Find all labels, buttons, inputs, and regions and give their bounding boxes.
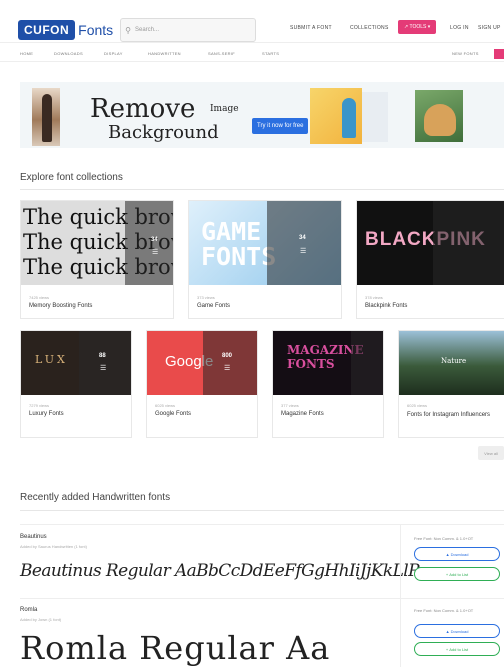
download-button[interactable]: ▲ Download <box>414 547 500 561</box>
card-views: 7425 views <box>29 295 50 300</box>
card-views: 6025 views <box>407 403 428 408</box>
card-title: Game Fonts <box>197 303 231 309</box>
banner-photo-transparent <box>362 92 388 142</box>
list-icon: ☰ <box>300 248 307 255</box>
site-logo[interactable]: CUFON Fonts <box>18 20 113 40</box>
subnav-starts[interactable]: STARTS <box>262 51 279 56</box>
collection-card-google[interactable]: Google 800 ☰ 6025 views Google Fonts <box>146 330 258 438</box>
list-icon: ☰ <box>100 365 107 372</box>
nav-log-in[interactable]: LOG IN <box>450 25 469 31</box>
card-overlay <box>351 331 383 395</box>
card-image: Nature <box>399 331 504 395</box>
recent-heading: Recently added Handwritten fonts <box>20 492 171 503</box>
license-note: Free Font: Non Comm. & 1.0+OT <box>414 608 474 613</box>
logo-box: CUFON <box>18 20 76 40</box>
font-preview[interactable]: Beautinus Regular AaBbCcDdEeFfGgHhIiJjKk… <box>20 561 430 581</box>
font-row-beautinus: Beautinus Added by Saurus Handwritten (1… <box>20 524 504 599</box>
font-meta: Added by Saurus Handwritten (1 font) <box>20 544 87 549</box>
subnav-downloads[interactable]: DOWNLOADS <box>54 51 83 56</box>
card-art-text: LUX <box>35 353 68 366</box>
font-name[interactable]: Beautinus <box>20 534 47 540</box>
card-image: The quick brown The quick brown The quic… <box>21 201 173 285</box>
subnav-new-fonts[interactable]: NEW FONTS <box>452 51 479 56</box>
collection-card-luxury[interactable]: LUX 88 ☰ 7279 views Luxury Fonts <box>20 330 132 438</box>
font-actions: Free Font: Non Comm. & 1.0+OT ▲ Download… <box>400 525 504 599</box>
search-icon: ⚲ <box>125 25 131 35</box>
card-image: Google 800 ☰ <box>147 331 257 395</box>
font-actions: Free Font: Non Comm. & 1.0+OT ▲ Download… <box>400 599 504 667</box>
card-title: Fonts for Instagram Influencers <box>407 412 491 418</box>
banner-person-figure <box>42 94 52 142</box>
search-placeholder: Search... <box>135 27 160 33</box>
logo-text: Fonts <box>78 22 114 38</box>
card-overlay <box>433 201 504 285</box>
license-note: Free Font: Non Comm. & 1.0+OT <box>414 536 474 541</box>
add-to-list-button[interactable]: + Add to List <box>414 642 500 656</box>
banner-person-figure-2 <box>342 98 356 138</box>
card-art-text: Nature <box>441 357 467 365</box>
add-to-list-button[interactable]: + Add to List <box>414 567 500 581</box>
search-input[interactable]: ⚲ Search... <box>120 18 256 42</box>
list-icon: ☰ <box>224 365 231 372</box>
card-title: Luxury Fonts <box>29 411 64 417</box>
top-bar: CUFON Fonts ⚲ Search... SUBMIT A FONT CO… <box>0 0 504 43</box>
list-icon: ☰ <box>152 249 159 256</box>
card-image: MAGAZINE FONTS <box>273 331 383 395</box>
subnav-home[interactable]: HOME <box>20 51 33 56</box>
card-font-count: 34 <box>151 237 158 243</box>
banner-title-remove: Remove <box>90 94 196 124</box>
card-overlay: 800 ☰ <box>203 331 257 395</box>
banner-title-background: Background <box>108 122 219 143</box>
card-title: Blackpink Fonts <box>365 303 408 309</box>
ad-banner[interactable]: Remove Image Background Try it now for f… <box>20 82 504 148</box>
view-all-button[interactable]: View all <box>478 446 504 460</box>
collection-card-game[interactable]: GAME FONTS 34 ☰ 373 views Game Fonts <box>188 200 342 319</box>
subnav-display[interactable]: DISPLAY <box>104 51 123 56</box>
nav-submit-font[interactable]: SUBMIT A FONT <box>290 25 332 31</box>
card-title: Magazine Fonts <box>281 411 324 417</box>
divider <box>20 510 504 511</box>
card-views: 377 views <box>281 403 299 408</box>
banner-dog-figure <box>424 104 456 136</box>
collection-card-memory[interactable]: The quick brown The quick brown The quic… <box>20 200 174 319</box>
card-art-text: GAME FONTS <box>201 217 277 271</box>
collection-card-blackpink[interactable]: BLACKPINK 378 views Blackpink Fonts <box>356 200 504 319</box>
font-row-romla: Romla Added by Jown (1 font) Romla Regul… <box>20 598 504 667</box>
nav-tools-button[interactable]: ↗ TOOLS ▾ <box>398 20 437 34</box>
collections-heading: Explore font collections <box>20 172 123 183</box>
font-name[interactable]: Romla <box>20 607 37 613</box>
card-title: Google Fonts <box>155 411 192 417</box>
card-views: 373 views <box>197 295 215 300</box>
banner-cta-button[interactable]: Try it now for free <box>252 118 309 134</box>
card-font-count: 34 <box>299 235 306 241</box>
nav-sign-up[interactable]: SIGN UP <box>478 25 501 31</box>
card-art-text: MAGAZINE FONTS <box>287 343 364 371</box>
card-image: GAME FONTS 34 ☰ <box>189 201 341 285</box>
card-font-count: 800 <box>222 353 233 359</box>
font-meta: Added by Jown (1 font) <box>20 617 62 622</box>
font-preview[interactable]: Romla Regular Aa <box>20 629 330 667</box>
category-nav: HOME DOWNLOADS DISPLAY HANDWRITTEN SANS-… <box>0 47 504 62</box>
card-views: 7279 views <box>29 403 50 408</box>
download-button[interactable]: ▲ Download <box>414 624 500 638</box>
divider <box>20 189 504 190</box>
card-overlay: 88 ☰ <box>79 331 131 395</box>
nav-collections[interactable]: COLLECTIONS <box>350 25 389 31</box>
card-image: BLACKPINK <box>357 201 504 285</box>
collection-card-instagram[interactable]: Nature 6025 views Fonts for Instagram In… <box>398 330 504 438</box>
card-font-count: 88 <box>99 353 106 359</box>
subnav-handwritten[interactable]: HANDWRITTEN <box>148 51 181 56</box>
card-title: Memory Boosting Fonts <box>29 303 93 309</box>
card-image: LUX 88 ☰ <box>21 331 131 395</box>
card-overlay: 34 ☰ <box>125 201 173 285</box>
banner-title-image: Image <box>210 104 239 114</box>
collection-card-magazine[interactable]: MAGAZINE FONTS 377 views Magazine Fonts <box>272 330 384 438</box>
subnav-red-tab[interactable] <box>494 49 504 59</box>
card-overlay: 34 ☰ <box>267 201 341 285</box>
card-views: 6025 views <box>155 403 176 408</box>
card-views: 378 views <box>365 295 383 300</box>
subnav-sans-serif[interactable]: SANS-SERIF <box>208 51 235 56</box>
